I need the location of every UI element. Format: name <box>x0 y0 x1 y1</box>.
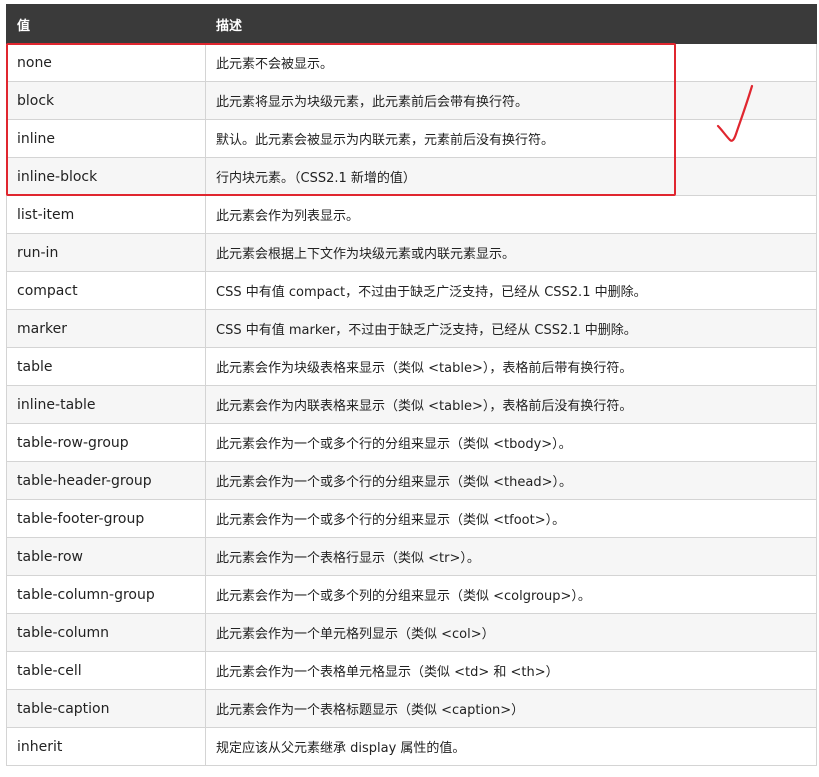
description-cell: 此元素会作为列表显示。 <box>205 195 817 234</box>
description-cell: CSS 中有值 marker，不过由于缺乏广泛支持，已经从 CSS2.1 中删除… <box>205 309 817 348</box>
description-cell: 规定应该从父元素继承 display 属性的值。 <box>205 727 817 766</box>
value-cell: table-row-group <box>6 423 206 462</box>
value-cell: inline <box>6 119 206 158</box>
description-cell: 此元素会作为块级表格来显示（类似 <table>），表格前后带有换行符。 <box>205 347 817 386</box>
display-values-table: 值 描述 none 此元素不会被显示。 block 此元素将显示为块级元素，此元素前后… <box>6 4 817 766</box>
table-row: table-cell 此元素会作为一个表格单元格显示（类似 <td> 和 <th>… <box>6 651 817 690</box>
value-cell: table-row <box>6 537 206 576</box>
table-row: none 此元素不会被显示。 <box>6 43 817 82</box>
description-cell: 此元素会根据上下文作为块级元素或内联元素显示。 <box>205 233 817 272</box>
table-row: inline-table 此元素会作为内联表格来显示（类似 <table>），表格… <box>6 385 817 424</box>
description-cell: 此元素不会被显示。 <box>205 43 817 82</box>
table-row: table-column 此元素会作为一个单元格列显示（类似 <col>） <box>6 613 817 652</box>
value-cell: table-caption <box>6 689 206 728</box>
description-cell: 默认。此元素会被显示为内联元素，元素前后没有换行符。 <box>205 119 817 158</box>
table-row: list-item 此元素会作为列表显示。 <box>6 195 817 234</box>
value-cell: table-cell <box>6 651 206 690</box>
header-row: 值 描述 <box>6 4 817 44</box>
display-values-table-container: 值 描述 none 此元素不会被显示。 block 此元素将显示为块级元素，此元素前后… <box>6 4 817 766</box>
description-cell: 此元素会作为一个表格单元格显示（类似 <td> 和 <th>） <box>205 651 817 690</box>
table-body: none 此元素不会被显示。 block 此元素将显示为块级元素，此元素前后会带有换行… <box>6 43 817 766</box>
value-cell: marker <box>6 309 206 348</box>
table-row: table-row-group 此元素会作为一个或多个行的分组来显示（类似 <tb… <box>6 423 817 462</box>
description-cell: 行内块元素。（CSS2.1 新增的值） <box>205 157 817 196</box>
value-cell: inline-block <box>6 157 206 196</box>
table-row: table-caption 此元素会作为一个表格标题显示（类似 <caption>… <box>6 689 817 728</box>
table-row: marker CSS 中有值 marker，不过由于缺乏广泛支持，已经从 CSS2… <box>6 309 817 348</box>
table-row: table-row 此元素会作为一个表格行显示（类似 <tr>）。 <box>6 537 817 576</box>
table-row: inline-block 行内块元素。（CSS2.1 新增的值） <box>6 157 817 196</box>
table-row: block 此元素将显示为块级元素，此元素前后会带有换行符。 <box>6 81 817 120</box>
value-cell: table-column-group <box>6 575 206 614</box>
value-cell: none <box>6 43 206 82</box>
value-cell: inherit <box>6 727 206 766</box>
table-row: table-footer-group 此元素会作为一个或多个行的分组来显示（类似 … <box>6 499 817 538</box>
value-cell: table-column <box>6 613 206 652</box>
table-row: table 此元素会作为块级表格来显示（类似 <table>），表格前后带有换行符… <box>6 347 817 386</box>
value-cell: list-item <box>6 195 206 234</box>
description-cell: 此元素会作为一个或多个列的分组来显示（类似 <colgroup>）。 <box>205 575 817 614</box>
value-cell: table-footer-group <box>6 499 206 538</box>
description-cell: 此元素会作为一个单元格列显示（类似 <col>） <box>205 613 817 652</box>
header-description: 描述 <box>205 4 817 44</box>
table-row: run-in 此元素会根据上下文作为块级元素或内联元素显示。 <box>6 233 817 272</box>
description-cell: CSS 中有值 compact，不过由于缺乏广泛支持，已经从 CSS2.1 中删… <box>205 271 817 310</box>
table-row: compact CSS 中有值 compact，不过由于缺乏广泛支持，已经从 CS… <box>6 271 817 310</box>
table-header: 值 描述 <box>6 4 817 44</box>
value-cell: run-in <box>6 233 206 272</box>
value-cell: table-header-group <box>6 461 206 500</box>
table-row: table-header-group 此元素会作为一个或多个行的分组来显示（类似 … <box>6 461 817 500</box>
description-cell: 此元素会作为一个或多个行的分组来显示（类似 <tfoot>）。 <box>205 499 817 538</box>
header-value: 值 <box>6 4 206 44</box>
value-cell: compact <box>6 271 206 310</box>
value-cell: table <box>6 347 206 386</box>
value-cell: inline-table <box>6 385 206 424</box>
description-cell: 此元素将显示为块级元素，此元素前后会带有换行符。 <box>205 81 817 120</box>
description-cell: 此元素会作为一个或多个行的分组来显示（类似 <tbody>）。 <box>205 423 817 462</box>
table-row: table-column-group 此元素会作为一个或多个列的分组来显示（类似 … <box>6 575 817 614</box>
description-cell: 此元素会作为一个或多个行的分组来显示（类似 <thead>）。 <box>205 461 817 500</box>
value-cell: block <box>6 81 206 120</box>
table-row: inline 默认。此元素会被显示为内联元素，元素前后没有换行符。 <box>6 119 817 158</box>
table-row: inherit 规定应该从父元素继承 display 属性的值。 <box>6 727 817 766</box>
description-cell: 此元素会作为一个表格行显示（类似 <tr>）。 <box>205 537 817 576</box>
description-cell: 此元素会作为一个表格标题显示（类似 <caption>） <box>205 689 817 728</box>
description-cell: 此元素会作为内联表格来显示（类似 <table>），表格前后没有换行符。 <box>205 385 817 424</box>
